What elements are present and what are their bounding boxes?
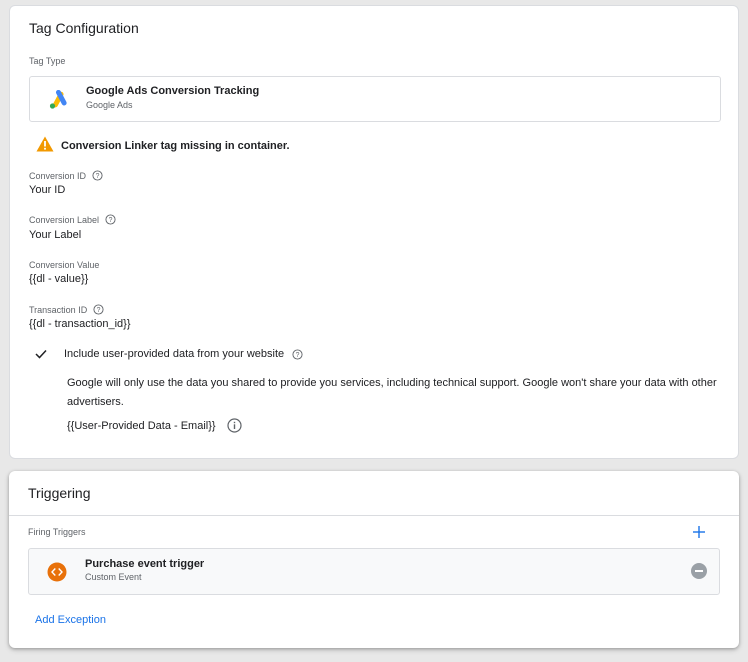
remove-trigger-button[interactable]	[691, 563, 707, 579]
svg-text:?: ?	[109, 217, 113, 224]
checkmark-icon[interactable]	[34, 349, 48, 359]
tag-type-sub: Google Ads	[86, 100, 133, 110]
user-data-checkbox-label: Include user-provided data from your web…	[64, 348, 285, 360]
conversion-value-label-text: Conversion Value	[29, 260, 100, 270]
user-data-variable-row: {{User-Provided Data - Email}}	[67, 418, 242, 433]
user-data-description: Google will only use the data you shared…	[67, 377, 717, 408]
add-exception-link[interactable]: Add Exception	[35, 614, 106, 626]
svg-text:?: ?	[97, 307, 101, 314]
triggering-divider	[9, 515, 739, 516]
trigger-name: Purchase event trigger	[85, 558, 205, 570]
add-trigger-button[interactable]	[693, 522, 705, 542]
trigger-tile[interactable]: Purchase event trigger Custom Event	[28, 548, 720, 595]
warning-icon	[36, 136, 61, 155]
tag-type-name: Google Ads Conversion Tracking	[86, 85, 260, 97]
conversion-label-label-text: Conversion Label	[29, 214, 100, 225]
custom-event-icon	[47, 562, 67, 587]
conversion-value-value: {{dl - value}}	[29, 273, 89, 285]
transaction-id-label: Transaction ID ?	[29, 304, 104, 315]
conversion-label-value: Your Label	[29, 229, 82, 241]
svg-text:?: ?	[96, 173, 100, 180]
info-icon[interactable]	[226, 418, 242, 433]
conversion-id-label: Conversion ID ?	[29, 170, 103, 181]
tag-configuration-title: Tag Configuration	[29, 20, 139, 36]
svg-text:?: ?	[296, 351, 300, 358]
conversion-value-label: Conversion Value	[29, 260, 99, 270]
warning-text: Conversion Linker tag missing in contain…	[61, 139, 290, 152]
triggering-title: Triggering	[28, 485, 91, 501]
trigger-sub: Custom Event	[85, 572, 142, 582]
help-icon[interactable]: ?	[92, 170, 103, 181]
user-data-checkbox-row[interactable]: Include user-provided data from your web…	[34, 348, 303, 360]
firing-triggers-label: Firing Triggers	[28, 527, 86, 537]
google-ads-icon	[48, 89, 68, 115]
plus-icon	[693, 526, 705, 538]
user-data-variable: {{User-Provided Data - Email}}	[67, 419, 216, 432]
conversion-linker-warning: Conversion Linker tag missing in contain…	[36, 136, 290, 155]
conversion-id-value: Your ID	[29, 184, 66, 196]
transaction-id-label-text: Transaction ID	[29, 304, 88, 315]
transaction-id-value: {{dl - transaction_id}}	[29, 318, 131, 330]
conversion-id-label-text: Conversion ID	[29, 170, 87, 181]
help-icon[interactable]: ?	[105, 214, 116, 225]
triggering-card: Triggering Firing Triggers Purchase even…	[9, 471, 739, 648]
conversion-label-label: Conversion Label ?	[29, 214, 116, 225]
help-icon[interactable]: ?	[93, 304, 104, 315]
tag-type-tile[interactable]: Google Ads Conversion Tracking Google Ad…	[29, 76, 721, 122]
help-icon[interactable]: ?	[292, 348, 303, 360]
tag-configuration-card: Tag Configuration Tag Type Google Ads Co…	[9, 5, 739, 459]
tag-type-label: Tag Type	[29, 56, 66, 66]
